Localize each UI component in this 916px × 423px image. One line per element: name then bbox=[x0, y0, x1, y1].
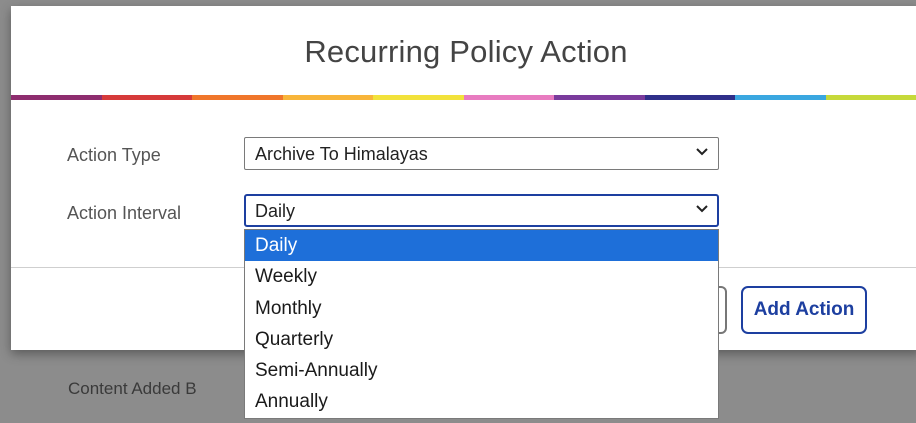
color-strip-segment bbox=[463, 95, 554, 100]
action-interval-dropdown: Daily Weekly Monthly Quarterly Semi-Annu… bbox=[244, 229, 719, 419]
color-strip-segment bbox=[644, 95, 735, 100]
interval-option-monthly[interactable]: Monthly bbox=[245, 293, 718, 324]
interval-option-quarterly[interactable]: Quarterly bbox=[245, 324, 718, 355]
interval-option-weekly[interactable]: Weekly bbox=[245, 261, 718, 292]
action-type-label: Action Type bbox=[67, 145, 161, 165]
color-strip-segment bbox=[192, 95, 283, 100]
add-action-button[interactable]: Add Action bbox=[741, 286, 867, 334]
color-strip-segment bbox=[282, 95, 373, 100]
action-interval-select[interactable]: Daily bbox=[244, 194, 719, 227]
color-strip-segment bbox=[825, 95, 916, 100]
chevron-down-icon bbox=[696, 205, 708, 213]
dialog-title: Recurring Policy Action bbox=[304, 34, 628, 69]
color-strip-segment bbox=[735, 95, 826, 100]
action-interval-label: Action Interval bbox=[67, 203, 182, 223]
action-type-value: Archive To Himalayas bbox=[255, 144, 428, 164]
interval-option-daily[interactable]: Daily bbox=[245, 230, 718, 262]
chevron-down-icon bbox=[696, 148, 708, 156]
color-strip-segment bbox=[373, 95, 464, 100]
color-strip-segment bbox=[11, 95, 102, 100]
color-strip bbox=[11, 95, 916, 100]
color-strip-segment bbox=[101, 95, 192, 100]
backdrop-content-label: Content Added B bbox=[68, 379, 197, 398]
action-interval-value: Daily bbox=[255, 201, 296, 221]
interval-option-semi-annually[interactable]: Semi-Annually bbox=[245, 355, 718, 386]
color-strip-segment bbox=[554, 95, 645, 100]
interval-option-annually[interactable]: Annually bbox=[245, 386, 718, 417]
action-type-select[interactable]: Archive To Himalayas bbox=[244, 137, 719, 170]
